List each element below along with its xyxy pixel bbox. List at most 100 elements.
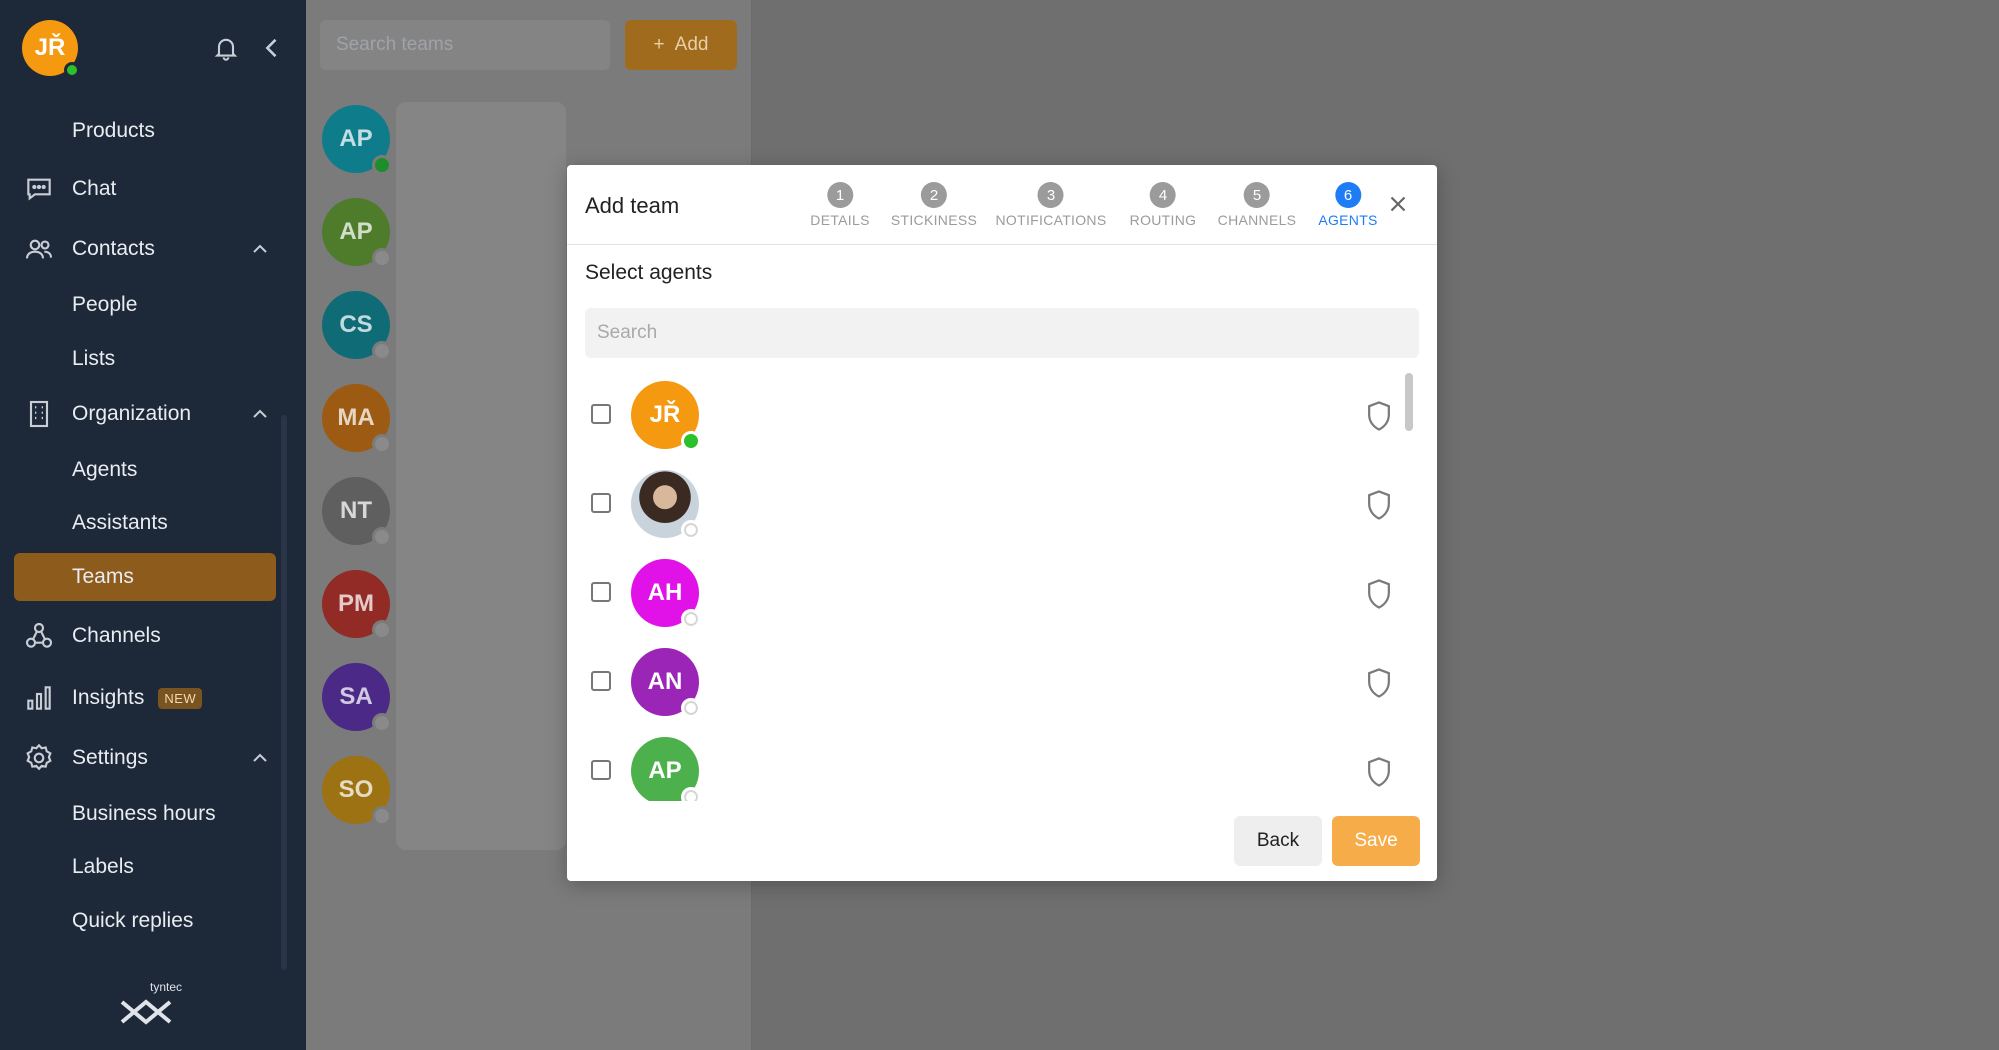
sidebar-item-settings[interactable]: Settings xyxy=(22,734,272,782)
status-dot xyxy=(372,713,392,733)
status-dot xyxy=(681,520,701,540)
building-icon xyxy=(22,397,56,431)
agent-checkbox[interactable] xyxy=(591,493,611,513)
chat-icon xyxy=(22,172,56,206)
step-agents[interactable]: 6 AGENTS xyxy=(1318,182,1377,228)
close-icon[interactable] xyxy=(1385,191,1411,217)
agent-initials: AH xyxy=(647,579,683,606)
step-stickiness[interactable]: 2 STICKINESS xyxy=(891,182,977,228)
team-initials: AP xyxy=(339,125,373,152)
sidebar-item-label: Agents xyxy=(72,458,138,481)
sidebar-item-agents[interactable]: Agents xyxy=(72,450,137,490)
teams-list-panel xyxy=(396,102,566,850)
sidebar-item-label: Teams xyxy=(72,565,134,588)
team-initials: PM xyxy=(338,590,374,617)
step-notifications[interactable]: 3 NOTIFICATIONS xyxy=(996,182,1107,228)
step-channels[interactable]: 5 CHANNELS xyxy=(1218,182,1297,228)
dialog-title: Add team xyxy=(585,193,680,218)
sidebar-item-labels[interactable]: Labels xyxy=(72,847,134,887)
status-dot xyxy=(372,620,392,640)
team-avatar[interactable]: AP xyxy=(322,198,392,268)
team-avatar[interactable]: CS xyxy=(322,291,392,361)
agent-checkbox[interactable] xyxy=(591,404,611,424)
shield-icon[interactable] xyxy=(1364,667,1394,699)
agent-photo xyxy=(631,470,701,540)
add-team-button[interactable]: + Add xyxy=(625,20,737,70)
sidebar-item-lists[interactable]: Lists xyxy=(72,339,115,379)
team-avatar[interactable]: PM xyxy=(322,570,392,640)
agent-row xyxy=(567,460,1417,549)
chevron-up-icon[interactable] xyxy=(248,746,272,770)
status-dot xyxy=(372,341,392,361)
sidebar-item-people[interactable]: People xyxy=(72,285,137,325)
team-avatar[interactable]: MA xyxy=(322,384,392,454)
sidebar-item-label: Channels xyxy=(72,624,161,647)
bar-chart-icon xyxy=(22,681,56,715)
chevron-left-icon[interactable] xyxy=(258,34,286,62)
shield-icon[interactable] xyxy=(1364,489,1394,521)
agent-list-scrollbar[interactable] xyxy=(1405,373,1413,431)
team-avatar[interactable]: AP xyxy=(322,105,392,175)
status-dot xyxy=(372,155,392,175)
team-avatar[interactable]: NT xyxy=(322,477,392,547)
sidebar-item-assistants[interactable]: Assistants xyxy=(72,503,168,543)
chevron-up-icon[interactable] xyxy=(248,237,272,261)
sidebar-item-business-hours[interactable]: Business hours xyxy=(72,794,216,834)
team-initials: SA xyxy=(339,683,373,710)
status-dot xyxy=(372,434,392,454)
shield-icon[interactable] xyxy=(1364,400,1394,432)
agent-checkbox[interactable] xyxy=(591,760,611,780)
bell-icon[interactable] xyxy=(212,34,240,62)
sidebar-scrollbar[interactable] xyxy=(281,415,287,970)
status-dot xyxy=(372,806,392,826)
agent-list: JŘ AH AN AP xyxy=(567,371,1437,801)
agent-avatar: JŘ xyxy=(631,381,701,451)
gear-icon xyxy=(22,741,56,775)
status-dot xyxy=(372,527,392,547)
back-button[interactable]: Back xyxy=(1234,816,1322,866)
sidebar-item-quick-replies[interactable]: Quick replies xyxy=(72,901,193,941)
agent-search-input[interactable] xyxy=(585,308,1419,358)
sidebar-item-label: People xyxy=(72,293,138,316)
step-routing[interactable]: 4 ROUTING xyxy=(1130,182,1197,228)
agent-checkbox[interactable] xyxy=(591,582,611,602)
agent-checkbox[interactable] xyxy=(591,671,611,691)
sidebar-item-label: Settings xyxy=(72,746,148,769)
agent-initials: JŘ xyxy=(649,401,681,428)
shield-icon[interactable] xyxy=(1364,756,1394,788)
sidebar-item-label: Products xyxy=(72,119,155,142)
sidebar-item-label: Business hours xyxy=(72,802,216,825)
sidebar-item-products[interactable]: Products xyxy=(72,111,155,151)
status-dot xyxy=(372,248,392,268)
shield-icon[interactable] xyxy=(1364,578,1394,610)
sidebar-item-label: Organization xyxy=(72,402,192,425)
status-dot xyxy=(681,609,701,629)
user-avatar[interactable]: JŘ xyxy=(22,20,80,78)
sidebar: JŘ Products Chat Contacts People Lists O… xyxy=(0,0,306,1050)
chevron-up-icon[interactable] xyxy=(248,402,272,426)
agent-initials: AP xyxy=(648,757,682,784)
sidebar-item-label: Labels xyxy=(72,855,134,878)
team-initials: SO xyxy=(338,776,374,803)
agent-avatar: AH xyxy=(631,559,701,629)
sidebar-item-label: Lists xyxy=(72,347,116,370)
user-initials: JŘ xyxy=(34,34,66,61)
agent-row: JŘ xyxy=(567,371,1417,460)
team-avatar[interactable]: SA xyxy=(322,663,392,733)
team-initials: NT xyxy=(340,497,372,524)
team-initials: MA xyxy=(337,404,375,431)
sidebar-item-organization[interactable]: Organization xyxy=(22,390,272,438)
plus-icon: + xyxy=(653,34,665,55)
step-details[interactable]: 1 DETAILS xyxy=(810,182,869,228)
sidebar-item-chat[interactable]: Chat xyxy=(22,165,272,213)
team-avatar[interactable]: SO xyxy=(322,756,392,826)
sidebar-item-label: Contacts xyxy=(72,237,155,260)
save-button[interactable]: Save xyxy=(1332,816,1420,866)
agent-row: AH xyxy=(567,549,1417,638)
search-teams-input[interactable]: Search teams xyxy=(320,20,610,70)
add-team-dialog: Add team 1 DETAILS 2 STICKINESS 3 NOTIFICAT… xyxy=(567,165,1437,881)
sidebar-item-contacts[interactable]: Contacts xyxy=(22,225,272,273)
sidebar-item-insights[interactable]: Insights NEW xyxy=(22,674,272,722)
sidebar-item-teams[interactable]: Teams xyxy=(72,557,134,597)
sidebar-item-channels[interactable]: Channels xyxy=(22,612,272,660)
